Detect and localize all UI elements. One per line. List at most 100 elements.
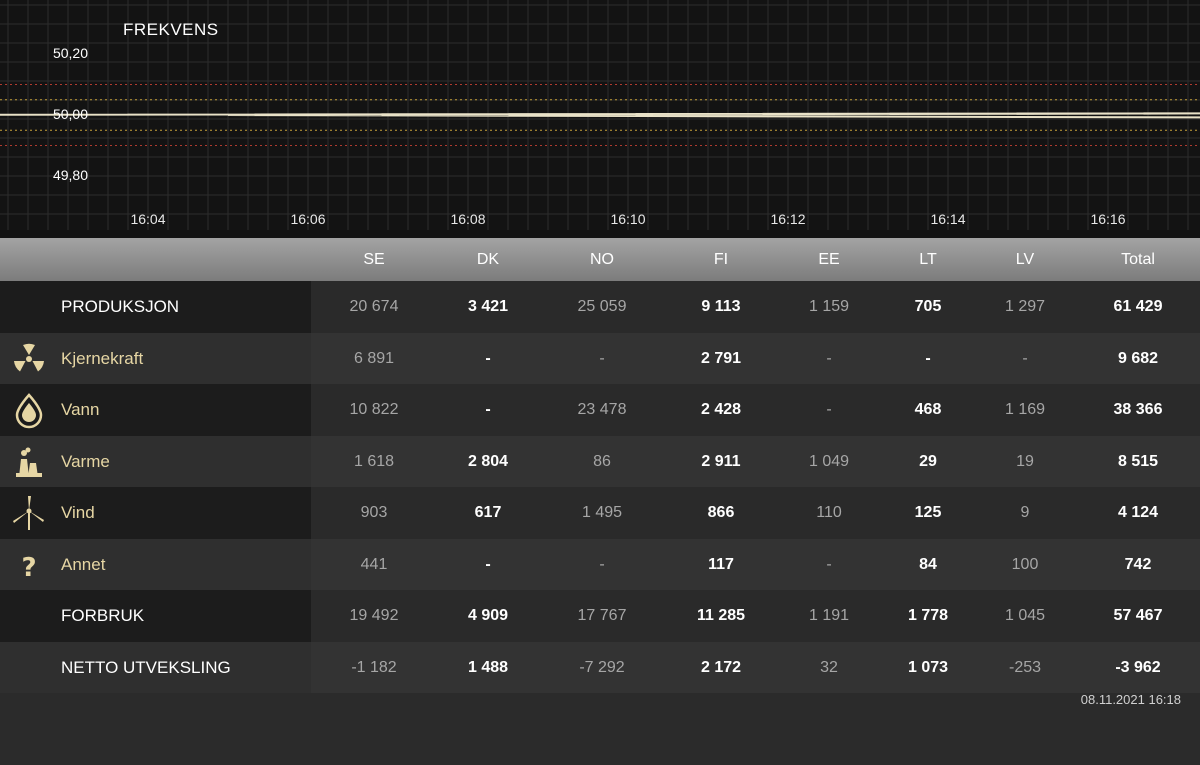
frequency-line	[0, 112, 1200, 119]
cell-ee: -	[826, 555, 832, 573]
cell-no: 1 495	[581, 504, 623, 521]
cell-total: 4 124	[1117, 504, 1159, 521]
x-tick-label: 16:16	[1090, 211, 1126, 227]
cell-lv: -253	[1008, 658, 1042, 676]
cell-total: 38 366	[1113, 401, 1163, 418]
cell-total: 9 682	[1117, 349, 1159, 367]
row-label-cell: NETTO UTVEKSLING	[0, 641, 311, 693]
cell-no: -7 292	[579, 658, 625, 676]
cell-fi: 866	[707, 504, 735, 521]
column-header-fi: FI	[713, 251, 729, 268]
cell-fi: 2 911	[701, 452, 741, 470]
cell-se: -1 182	[351, 658, 397, 676]
cell-ee: 1 191	[808, 607, 850, 624]
cell-dk: 617	[474, 504, 502, 521]
cell-lv: 1 297	[1004, 298, 1046, 315]
cell-se: 19 492	[349, 607, 399, 624]
row-label-cell: Varme	[0, 435, 311, 487]
cell-ee: -	[826, 349, 832, 367]
cell-fi: 9 113	[701, 298, 741, 315]
cell-dk: 2 804	[467, 452, 509, 470]
table-row-varme: Varme 1 618 2 804 86 2 911 1 049 29 19 8 515	[0, 435, 1200, 487]
cell-se: 441	[360, 555, 388, 573]
cell-se: 903	[360, 504, 388, 521]
column-header-se: SE	[363, 251, 385, 268]
table-row-annet: ? Annet 441 - - 117 - 84 100 742	[0, 538, 1200, 590]
cell-lt: 125	[914, 504, 942, 521]
cell-no: 86	[593, 452, 611, 470]
question-mark-icon: ?	[10, 546, 48, 584]
cell-lv: 9	[1020, 504, 1030, 521]
cell-lt: 1 073	[907, 658, 949, 676]
cell-se: 6 891	[353, 349, 395, 367]
x-tick-label: 16:12	[770, 211, 806, 227]
cell-fi: 11 285	[696, 607, 746, 624]
cell-total: 8 515	[1117, 452, 1159, 470]
cell-no: -	[599, 555, 605, 573]
cell-dk: -	[485, 349, 491, 367]
row-label: Varme	[61, 451, 110, 471]
cell-se: 20 674	[349, 298, 399, 315]
power-plant-icon	[10, 443, 48, 481]
row-label: Vind	[61, 503, 95, 522]
column-header-lt: LT	[919, 251, 937, 268]
cell-ee: 1 159	[808, 298, 850, 315]
x-tick-label: 16:04	[130, 211, 166, 227]
y-tick-label: 50,20	[52, 45, 88, 61]
cell-total: 61 429	[1113, 298, 1163, 315]
cell-total: 742	[1124, 555, 1152, 573]
svg-text:?: ?	[21, 553, 36, 583]
cell-no: -	[599, 349, 605, 367]
x-tick-label: 16:10	[610, 211, 646, 227]
cell-ee: -	[826, 401, 832, 418]
cell-dk: 3 421	[467, 298, 509, 315]
cell-se: 1 618	[353, 452, 395, 470]
wind-turbine-icon	[10, 494, 48, 532]
frequency-chart: FREKVENS 50,20 50,00 49,80 16:04 16:06 16:08…	[0, 0, 1200, 238]
nuclear-icon	[10, 340, 48, 378]
cell-dk: -	[485, 401, 491, 418]
table-row-produksjon: PRODUKSJON 20 674 3 421 25 059 9 113 1 159 705…	[0, 281, 1200, 333]
row-label-cell: Kjernekraft	[0, 332, 311, 384]
row-label: FORBRUK	[61, 606, 145, 625]
cell-lv: 1 169	[1004, 401, 1046, 418]
table-row-kjernekraft: Kjernekraft 6 891 - - 2 791 - - - 9 682	[0, 332, 1200, 384]
cell-dk: 1 488	[467, 658, 509, 676]
timestamp: 08.11.2021 16:18	[1080, 692, 1181, 707]
cell-lv: 100	[1011, 555, 1039, 573]
cell-total: 57 467	[1113, 607, 1163, 624]
cell-ee: 1 049	[808, 452, 850, 470]
x-tick-label: 16:08	[450, 211, 486, 227]
row-label: Vann	[61, 400, 100, 419]
chart-title: FREKVENS	[123, 20, 219, 39]
cell-fi: 2 172	[700, 658, 742, 676]
cell-lv: -	[1022, 349, 1028, 367]
y-tick-label: 50,00	[52, 106, 88, 122]
row-label-cell: FORBRUK	[0, 590, 311, 642]
row-label: Kjernekraft	[61, 348, 144, 368]
row-label-cell: Vind	[0, 487, 311, 539]
table-row-vind: Vind 903 617 1 495 866 110 125 9 4 124	[0, 487, 1200, 539]
cell-no: 17 767	[577, 607, 627, 624]
column-header-no: NO	[590, 251, 614, 268]
cell-lt: 84	[919, 555, 937, 573]
table-row-forbruk: FORBRUK 19 492 4 909 17 767 11 285 1 191 1 778…	[0, 590, 1200, 642]
table-header: SE DK NO FI EE LT LV Total	[0, 238, 1200, 281]
cell-lt: 29	[919, 452, 937, 470]
cell-lt: 1 778	[907, 607, 949, 624]
row-label-cell: Vann	[0, 384, 311, 436]
cell-lt: 705	[914, 298, 942, 315]
table-row-netto-utveksling: NETTO UTVEKSLING -1 182 1 488 -7 292 2 172 32…	[0, 641, 1200, 693]
column-header-total: Total	[1121, 251, 1155, 268]
x-tick-label: 16:14	[930, 211, 966, 227]
y-tick-label: 49,80	[52, 167, 88, 183]
table-row-vann: Vann 10 822 - 23 478 2 428 - 468 1 169 38 366	[0, 384, 1200, 436]
cell-total: -3 962	[1115, 658, 1161, 676]
cell-lt: 468	[914, 401, 942, 418]
row-label: Annet	[61, 554, 106, 574]
column-header-dk: DK	[476, 251, 500, 268]
cell-lv: 1 045	[1004, 607, 1046, 624]
cell-ee: 110	[816, 504, 842, 521]
cell-no: 25 059	[577, 298, 627, 315]
cell-se: 10 822	[349, 401, 399, 418]
